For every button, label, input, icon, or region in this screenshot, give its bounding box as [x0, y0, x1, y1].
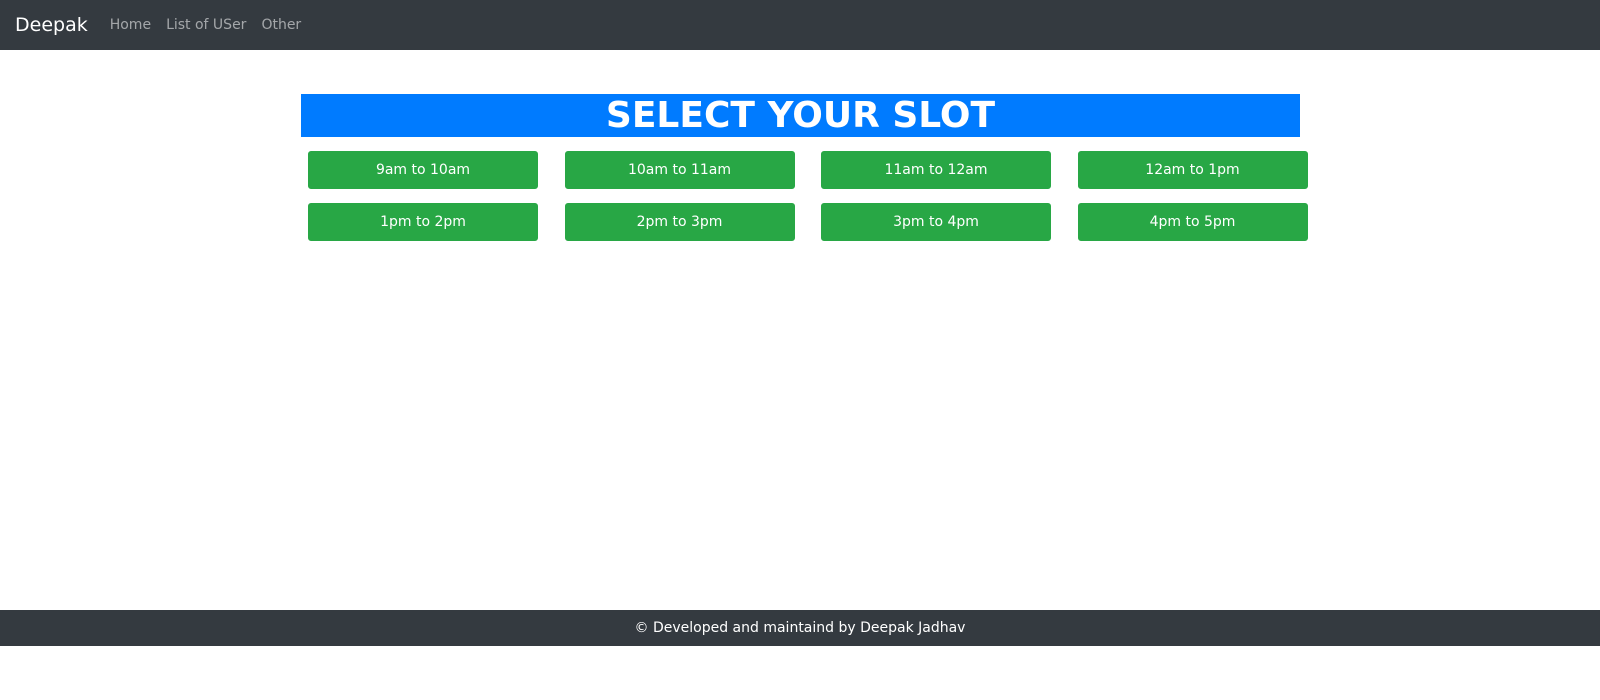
slot-button-1pm-2pm[interactable]: 1pm to 2pm	[308, 203, 538, 241]
nav-link-other[interactable]: Other	[261, 17, 301, 33]
footer-text: © Developed and maintaind by Deepak Jadh…	[634, 620, 966, 636]
slot-button-4pm-5pm[interactable]: 4pm to 5pm	[1077, 203, 1308, 241]
navbar: Deepak Home List of USer Other	[0, 0, 1600, 50]
slot-button-9am-10am[interactable]: 9am to 10am	[308, 151, 538, 189]
select-slot-heading: SELECT YOUR SLOT	[301, 94, 1300, 137]
slot-button-2pm-3pm[interactable]: 2pm to 3pm	[564, 203, 795, 241]
slot-button-10am-11am[interactable]: 10am to 11am	[564, 151, 795, 189]
nav-link-home[interactable]: Home	[110, 17, 151, 33]
nav-link-list-of-user[interactable]: List of USer	[166, 17, 246, 33]
slot-grid: 9am to 10am 10am to 11am 11am to 12am 12…	[308, 151, 1308, 241]
slot-button-11am-12am[interactable]: 11am to 12am	[821, 151, 1051, 189]
footer: © Developed and maintaind by Deepak Jadh…	[0, 610, 1600, 646]
slot-button-12am-1pm[interactable]: 12am to 1pm	[1077, 151, 1308, 189]
slot-button-3pm-4pm[interactable]: 3pm to 4pm	[821, 203, 1051, 241]
navbar-brand[interactable]: Deepak	[15, 14, 88, 36]
